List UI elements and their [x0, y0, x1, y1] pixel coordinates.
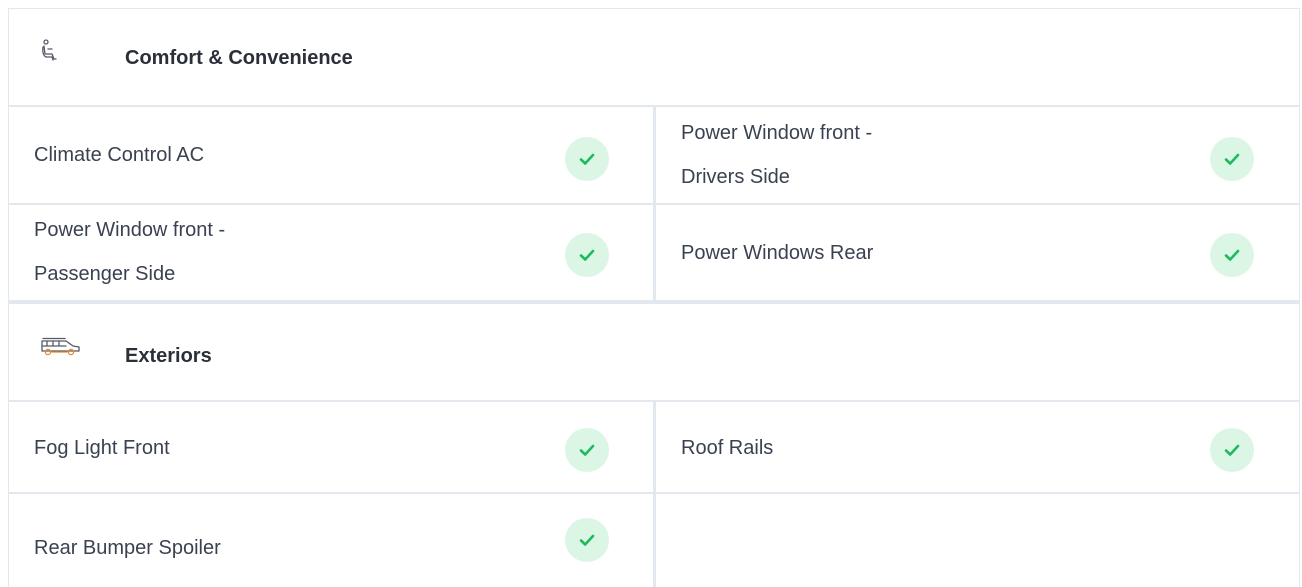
- column-divider: [653, 107, 656, 301]
- feature-item: Roof Rails: [656, 402, 1299, 494]
- check-icon: [1210, 428, 1254, 472]
- feature-item: Rear Bumper Spoiler: [9, 494, 653, 587]
- check-icon: [565, 137, 609, 181]
- feature-label-line2: Passenger Side: [34, 263, 176, 285]
- section-header-comfort: Comfort & Convenience: [9, 9, 1299, 107]
- feature-item: Climate Control AC: [9, 107, 653, 205]
- section-header-exteriors: Exteriors: [9, 304, 1299, 402]
- feature-label: Climate Control AC: [34, 144, 205, 166]
- feature-item: Power Windows Rear: [656, 205, 1299, 301]
- empty-cell: [656, 494, 1299, 587]
- feature-label: Fog Light Front: [34, 437, 170, 459]
- check-icon: [1210, 233, 1254, 277]
- feature-label-line2: Drivers Side: [681, 166, 790, 188]
- feature-label: Roof Rails: [681, 437, 774, 459]
- feature-item: Fog Light Front: [9, 402, 653, 494]
- check-icon: [565, 428, 609, 472]
- car-seat-icon: [40, 39, 70, 61]
- check-icon: [565, 233, 609, 277]
- feature-label: Power Window front -: [681, 122, 873, 144]
- column-divider: [653, 402, 656, 587]
- feature-label: Power Window front -: [34, 219, 226, 241]
- check-icon: [1210, 137, 1254, 181]
- section-title: Exteriors: [125, 345, 212, 367]
- section-title: Comfort & Convenience: [125, 47, 353, 69]
- feature-label: Rear Bumper Spoiler: [34, 537, 221, 559]
- features-panel: Comfort & Convenience Climate Control AC…: [0, 0, 1302, 587]
- feature-item: Power Window front - Drivers Side: [656, 107, 1299, 205]
- check-icon: [565, 518, 609, 562]
- feature-label: Power Windows Rear: [681, 242, 874, 264]
- feature-item: Power Window front - Passenger Side: [9, 205, 653, 301]
- car-exterior-icon: [40, 337, 80, 357]
